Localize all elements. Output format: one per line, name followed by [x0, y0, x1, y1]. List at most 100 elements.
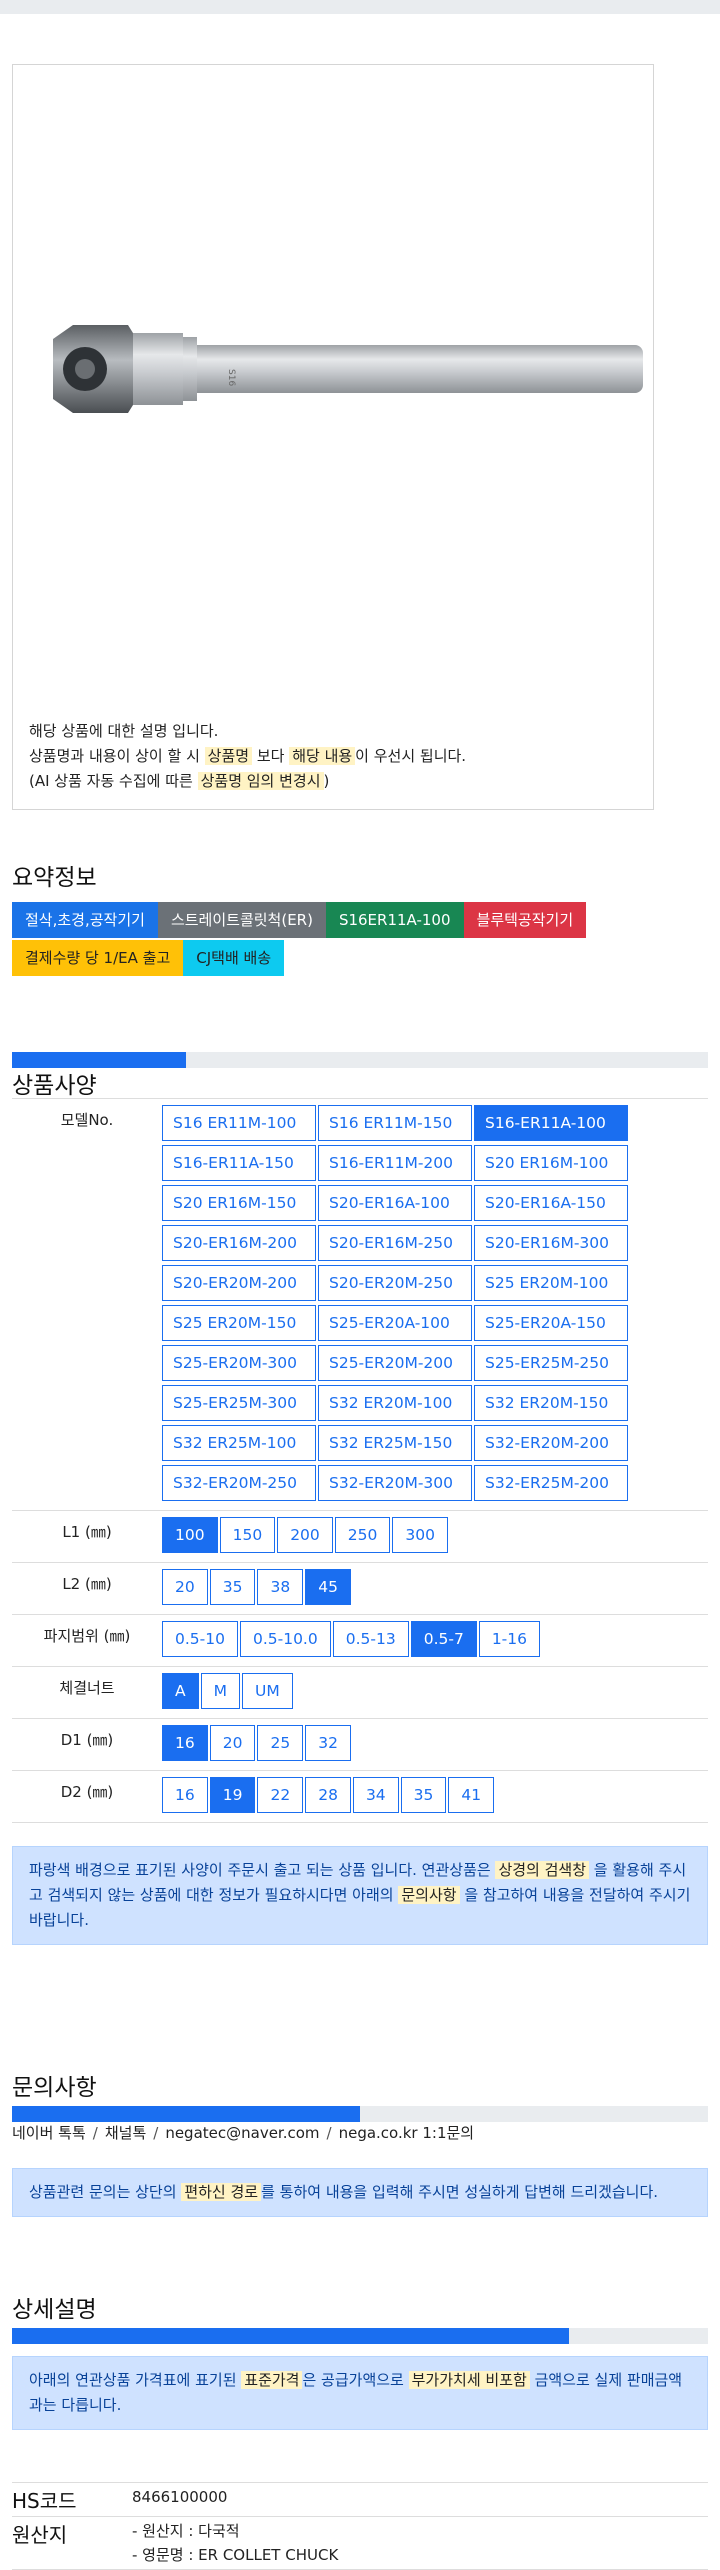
top-bar [0, 0, 720, 14]
spec-options: A M UM [162, 1667, 708, 1718]
model-option[interactable]: S20-ER16A-100 [318, 1185, 472, 1221]
spec-row-model: 모델No. S16 ER11M-100 S16 ER11M-150 S16-ER11… [12, 1099, 708, 1511]
spec-option[interactable]: 35 [209, 1569, 256, 1605]
inquiry-title: 문의사항 [12, 2075, 97, 2101]
tag-quantity: 결제수량 당 1/EA 출고 [12, 940, 184, 976]
spec-option[interactable]: 34 [352, 1777, 399, 1813]
spec-option[interactable]: 35 [400, 1777, 447, 1813]
model-option[interactable]: S25-ER25M-300 [162, 1385, 316, 1421]
spec-option[interactable]: 28 [305, 1777, 351, 1813]
model-option[interactable]: S20 ER16M-150 [162, 1185, 316, 1221]
tag-delivery: CJ택배 배송 [183, 940, 285, 976]
spec-table: 모델No. S16 ER11M-100 S16 ER11M-150 S16-ER11… [12, 1098, 708, 1823]
model-option[interactable]: S16-ER11M-200 [318, 1145, 472, 1181]
summary-tags-row1: 절삭,초경,공작기기 스트레이트콜릿척(ER) S16ER11A-100 블루텍… [12, 902, 587, 938]
model-option[interactable]: S20-ER16A-150 [474, 1185, 628, 1221]
spec-label: L1 (㎜) [62, 1523, 112, 1541]
model-option[interactable]: S32-ER20M-300 [318, 1465, 472, 1501]
spec-option[interactable]: 20 [209, 1725, 256, 1761]
model-option[interactable]: S25-ER20A-150 [474, 1305, 628, 1341]
model-option[interactable]: S16-ER11A-150 [162, 1145, 316, 1181]
spec-row: L2 (㎜) 20 35 38 45 [12, 1563, 708, 1615]
model-option[interactable]: S32-ER25M-200 [474, 1465, 628, 1501]
model-option[interactable]: S20-ER16M-200 [162, 1225, 316, 1261]
spec-label-model: 모델No. [60, 1111, 114, 1129]
model-option[interactable]: S25-ER20M-200 [318, 1345, 472, 1381]
link-naver-talk[interactable]: 네이버 톡톡 [12, 2124, 86, 2142]
model-option[interactable]: S20-ER20M-250 [318, 1265, 472, 1301]
model-option[interactable]: S25 ER20M-100 [474, 1265, 628, 1301]
product-info-table: HS코드 8466100000 원산지 - 원산지 : 다국적 - 영문명 : … [12, 2482, 708, 2570]
model-option[interactable]: S20-ER16M-300 [474, 1225, 628, 1261]
tag-model: S16ER11A-100 [325, 902, 464, 938]
model-option[interactable]: S32-ER20M-250 [162, 1465, 316, 1501]
detail-title: 상세설명 [12, 2297, 97, 2323]
tag-brand: 블루텍공작기기 [463, 902, 587, 938]
spec-option[interactable]: 1-16 [478, 1621, 540, 1657]
model-option[interactable]: S32-ER20M-200 [474, 1425, 628, 1461]
spec-option[interactable]: 0.5-7 [410, 1621, 477, 1657]
link-email[interactable]: negatec@naver.com [165, 2124, 319, 2142]
summary-title: 요약정보 [12, 865, 97, 891]
model-options: S16 ER11M-100 S16 ER11M-150 S16-ER11A-100 S… [162, 1099, 708, 1510]
spec-option[interactable]: 41 [448, 1777, 495, 1813]
model-option[interactable]: S16 ER11M-100 [162, 1105, 316, 1141]
inquiry-links: 네이버 톡톡 / 채널톡 / negatec@naver.com / nega.co.kr … [12, 2124, 475, 2142]
spec-notice: 파랑색 배경으로 표기된 사양이 주문시 출고 되는 상품 입니다. 연관상품은… [12, 1846, 708, 1945]
model-option[interactable]: S16 ER11M-150 [318, 1105, 472, 1141]
spec-option[interactable]: 45 [305, 1569, 351, 1605]
model-option[interactable]: S32 ER25M-100 [162, 1425, 316, 1461]
model-option[interactable]: S20 ER16M-100 [474, 1145, 628, 1181]
spec-option[interactable]: 25 [257, 1725, 304, 1761]
info-row-origin: 원산지 - 원산지 : 다국적 - 영문명 : ER COLLET CHUCK [12, 2517, 708, 2570]
spec-option[interactable]: 300 [392, 1517, 448, 1553]
model-option[interactable]: S32 ER20M-150 [474, 1385, 628, 1421]
tag-type: 스트레이트콜릿척(ER) [157, 902, 326, 938]
hs-label: HS코드 [12, 2489, 77, 2513]
inquiry-progress-bar [12, 2106, 708, 2122]
link-channel-talk[interactable]: 채널톡 [105, 2124, 146, 2142]
spec-label: 파지범위 (㎜) [43, 1627, 131, 1645]
spec-option[interactable]: 0.5-13 [332, 1621, 409, 1657]
spec-options: 16 20 25 32 [162, 1719, 708, 1770]
summary-tags-row2: 결제수량 당 1/EA 출고 CJ택배 배송 [12, 940, 285, 976]
link-site-inquiry[interactable]: nega.co.kr 1:1문의 [339, 2124, 475, 2142]
spec-label: D1 (㎜) [60, 1731, 114, 1749]
spec-option[interactable]: 250 [334, 1517, 391, 1553]
detail-notice: 아래의 연관상품 가격표에 표기된 표준가격 은 공급가액으로 부가가치세 비포함… [12, 2356, 708, 2430]
spec-label: D2 (㎜) [60, 1783, 114, 1801]
spec-option[interactable]: M [200, 1673, 240, 1709]
model-option[interactable]: S32 ER20M-100 [318, 1385, 472, 1421]
model-option[interactable]: S25 ER20M-150 [162, 1305, 316, 1341]
spec-option[interactable]: 32 [305, 1725, 351, 1761]
detail-progress-bar [12, 2328, 708, 2344]
spec-option[interactable]: 20 [162, 1569, 208, 1605]
spec-option[interactable]: 200 [277, 1517, 333, 1553]
origin-label: 원산지 [12, 2523, 68, 2547]
spec-option[interactable]: 16 [162, 1777, 208, 1813]
spec-option[interactable]: 38 [257, 1569, 304, 1605]
spec-title: 상품사양 [12, 1073, 97, 1099]
inquiry-notice: 상품관련 문의는 상단의 편하신 경로 를 통하여 내용을 입력해 주시면 성실하… [12, 2168, 708, 2217]
spec-option[interactable]: 16 [162, 1725, 208, 1761]
spec-option[interactable]: 22 [257, 1777, 304, 1813]
spec-row: D1 (㎜) 16 20 25 32 [12, 1719, 708, 1771]
model-option[interactable]: S25-ER20M-300 [162, 1345, 316, 1381]
model-option[interactable]: S25-ER20A-100 [318, 1305, 472, 1341]
spec-option[interactable]: 0.5-10.0 [239, 1621, 331, 1657]
model-option[interactable]: S25-ER25M-250 [474, 1345, 628, 1381]
spec-option[interactable]: 150 [219, 1517, 276, 1553]
spec-option[interactable]: 19 [209, 1777, 256, 1813]
model-option[interactable]: S16-ER11A-100 [474, 1105, 628, 1141]
spec-option[interactable]: 100 [162, 1517, 218, 1553]
model-option[interactable]: S20-ER16M-250 [318, 1225, 472, 1261]
spec-option[interactable]: 0.5-10 [162, 1621, 238, 1657]
spec-option[interactable]: UM [241, 1673, 293, 1709]
spec-option[interactable]: A [162, 1673, 199, 1709]
info-row-hs: HS코드 8466100000 [12, 2483, 708, 2517]
model-option[interactable]: S32 ER25M-150 [318, 1425, 472, 1461]
spec-row: 체결너트 A M UM [12, 1667, 708, 1719]
model-option[interactable]: S20-ER20M-200 [162, 1265, 316, 1301]
spec-options: 0.5-10 0.5-10.0 0.5-13 0.5-7 1-16 [162, 1615, 708, 1666]
spec-row: 파지범위 (㎜) 0.5-10 0.5-10.0 0.5-13 0.5-7 1-16 [12, 1615, 708, 1667]
